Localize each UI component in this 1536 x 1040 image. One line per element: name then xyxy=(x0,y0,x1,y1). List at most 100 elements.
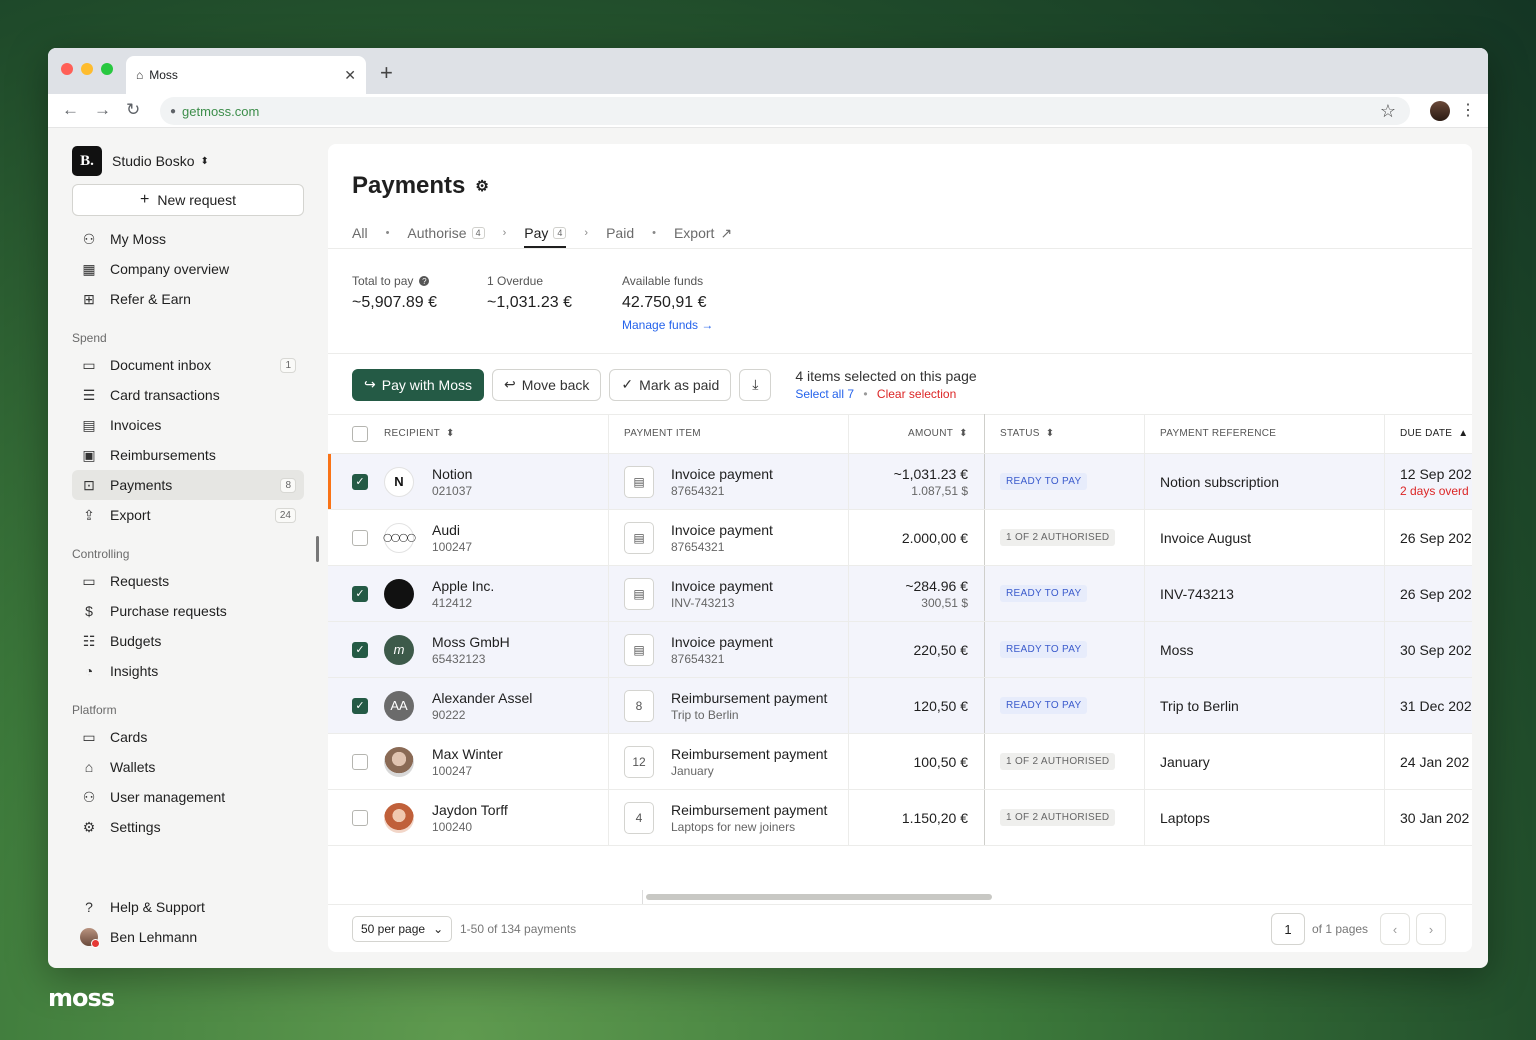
sidebar-scrollbar[interactable] xyxy=(316,536,319,562)
sort-icon: ⬍ xyxy=(1045,428,1055,439)
header-status[interactable]: STATUS ⬍ xyxy=(1000,414,1054,453)
header-amount[interactable]: AMOUNT ⬍ xyxy=(908,414,968,453)
table-row[interactable]: ✓ Apple Inc. 412412 ▤ Invoice payment IN… xyxy=(328,566,1472,622)
reference-cell: Laptops xyxy=(1160,790,1210,845)
bullet-separator: • xyxy=(863,387,868,401)
bookmark-star-icon[interactable]: ☆ xyxy=(1380,101,1396,122)
sidebar-item-help[interactable]: ? Help & Support xyxy=(72,892,304,922)
sidebar-user[interactable]: Ben Lehmann xyxy=(72,922,304,952)
select-all-checkbox[interactable] xyxy=(352,414,368,453)
tab-all[interactable]: All xyxy=(352,220,368,246)
header-recipient[interactable]: RECIPIENT ⬍ xyxy=(384,414,455,453)
back-arrow-icon[interactable]: ← xyxy=(62,100,79,120)
row-checkbox[interactable]: ✓ xyxy=(352,454,368,509)
main-panel: Payments ⚙ All • Authorise 4 › Pay 4 › Pai… xyxy=(328,144,1472,952)
sidebar-item-reimbursements[interactable]: ▣ Reimbursements xyxy=(72,440,304,470)
sidebar-item-purchase-requests[interactable]: $ Purchase requests xyxy=(72,596,304,626)
sidebar-item-export[interactable]: ⇪ Export 24 xyxy=(72,500,304,530)
prev-page-button[interactable]: ‹ xyxy=(1380,913,1410,945)
header-due-date[interactable]: DUE DATE ▲ xyxy=(1400,414,1468,453)
amount-value: 2.000,00 € xyxy=(901,529,968,546)
horizontal-scrollbar[interactable] xyxy=(646,894,992,900)
next-page-button[interactable]: › xyxy=(1416,913,1446,945)
page-number-input[interactable]: 1 xyxy=(1271,913,1305,945)
sort-ascending-icon: ▲ xyxy=(1458,428,1469,439)
sidebar-item-invoices[interactable]: ▤ Invoices xyxy=(72,410,304,440)
stat-overdue: 1 Overdue ~1,031.23 € xyxy=(487,274,572,312)
moss-logo: moss xyxy=(48,984,115,1012)
table-row[interactable]: ◯◯◯◯ Audi 100247 ▤ Invoice payment 87654… xyxy=(328,510,1472,566)
payment-item-cell: ▤ Invoice payment 87654321 xyxy=(624,454,773,509)
document-icon: 12 xyxy=(624,745,654,778)
org-switcher[interactable]: B. Studio Bosko ⬍ xyxy=(72,146,209,176)
move-back-button[interactable]: ↩ Move back xyxy=(491,368,602,401)
row-checkbox[interactable] xyxy=(352,734,368,789)
help-circle-icon[interactable]: ? xyxy=(419,276,430,286)
building-icon: ▦ xyxy=(82,260,96,277)
payment-item-title: Invoice payment xyxy=(671,633,773,650)
reload-icon[interactable]: ↻ xyxy=(126,100,140,120)
new-tab-icon[interactable]: + xyxy=(380,60,393,86)
url-field[interactable]: ● getmoss.com ☆ xyxy=(160,97,1410,125)
tabs-divider xyxy=(328,248,1472,249)
close-tab-icon[interactable]: ✕ xyxy=(344,67,356,84)
sidebar-item-label: Wallets xyxy=(110,759,156,775)
document-icon: 4 xyxy=(624,801,654,834)
manage-funds-link[interactable]: Manage funds → xyxy=(622,318,713,332)
download-button[interactable]: ⤓ xyxy=(739,368,772,401)
recipient-name: Notion xyxy=(432,465,473,482)
tab-export[interactable]: Export ↗ xyxy=(674,220,732,246)
table-row[interactable]: Max Winter 100247 12 Reimbursement payme… xyxy=(328,734,1472,790)
sidebar-item-document-inbox[interactable]: ▭ Document inbox 1 xyxy=(72,350,304,380)
tab-pay[interactable]: Pay 4 xyxy=(524,220,567,248)
chevron-updown-icon: ⬍ xyxy=(200,155,209,167)
close-window-button[interactable] xyxy=(61,63,73,75)
document-icon: 8 xyxy=(624,689,654,722)
row-checkbox[interactable]: ✓ xyxy=(352,622,368,677)
recipient-cell: Apple Inc. 412412 xyxy=(384,566,494,621)
sidebar-item-wallets[interactable]: ⌂ Wallets xyxy=(72,752,304,782)
recipient-name: Max Winter xyxy=(432,745,503,762)
select-all-link[interactable]: Select all 7 xyxy=(795,387,854,401)
row-checkbox[interactable] xyxy=(352,790,368,845)
per-page-select[interactable]: 50 per page ⌄ xyxy=(352,916,453,942)
clear-selection-link[interactable]: Clear selection xyxy=(877,387,956,401)
browser-menu-icon[interactable]: ⋮ xyxy=(1460,100,1476,120)
maximize-window-button[interactable] xyxy=(101,63,113,75)
recipient-name: Jaydon Torff xyxy=(432,801,508,818)
tab-paid[interactable]: Paid xyxy=(606,220,634,246)
minimize-window-button[interactable] xyxy=(81,63,93,75)
sidebar-item-card-transactions[interactable]: ☰ Card transactions xyxy=(72,380,304,410)
browser-tab[interactable]: ⌂ Moss ✕ xyxy=(126,56,366,94)
due-date-cell: 30 Sep 202 xyxy=(1400,622,1472,677)
profile-avatar[interactable] xyxy=(1430,101,1450,121)
tab-authorise[interactable]: Authorise 4 xyxy=(407,220,485,246)
wallet-icon: ▣ xyxy=(82,446,96,463)
sidebar-item-settings[interactable]: ⚙ Settings xyxy=(72,812,304,842)
stat-label: Available funds xyxy=(622,274,704,288)
money-hand-icon: $ xyxy=(85,603,93,619)
sidebar-item-payments[interactable]: ⊡ Payments 8 xyxy=(72,470,304,500)
table-row[interactable]: ✓ AA Alexander Assel 90222 8 Reimburseme… xyxy=(328,678,1472,734)
row-checkbox[interactable]: ✓ xyxy=(352,678,368,733)
sidebar-item-my-moss[interactable]: ⚇ My Moss xyxy=(72,224,304,254)
sidebar-item-cards[interactable]: ▭ Cards xyxy=(72,722,304,752)
table-row[interactable]: ✓ N Notion 021037 ▤ Invoice payment 8765… xyxy=(328,454,1472,510)
sidebar-item-refer-earn[interactable]: ⊞ Refer & Earn xyxy=(72,284,304,314)
sidebar-item-budgets[interactable]: ☷ Budgets xyxy=(72,626,304,656)
pay-with-moss-button[interactable]: ↪ Pay with Moss xyxy=(352,368,484,401)
photo-avatar xyxy=(384,802,414,833)
mark-as-paid-button[interactable]: ✓ Mark as paid xyxy=(609,368,732,401)
row-checkbox[interactable] xyxy=(352,510,368,565)
gear-icon[interactable]: ⚙ xyxy=(475,177,488,195)
sidebar-item-company-overview[interactable]: ▦ Company overview xyxy=(72,254,304,284)
sidebar-item-user-management[interactable]: ⚇ User management xyxy=(72,782,304,812)
upload-icon: ⇪ xyxy=(83,506,95,523)
row-checkbox[interactable]: ✓ xyxy=(352,566,368,621)
table-row[interactable]: Jaydon Torff 100240 4 Reimbursement paym… xyxy=(328,790,1472,846)
new-request-button[interactable]: + New request xyxy=(72,184,304,216)
sidebar-item-insights[interactable]: ◔ Insights xyxy=(72,656,304,686)
forward-arrow-icon[interactable]: → xyxy=(94,100,111,120)
sidebar-item-requests[interactable]: ▭ Requests xyxy=(72,566,304,596)
table-row[interactable]: ✓ m Moss GmbH 65432123 ▤ Invoice payment… xyxy=(328,622,1472,678)
